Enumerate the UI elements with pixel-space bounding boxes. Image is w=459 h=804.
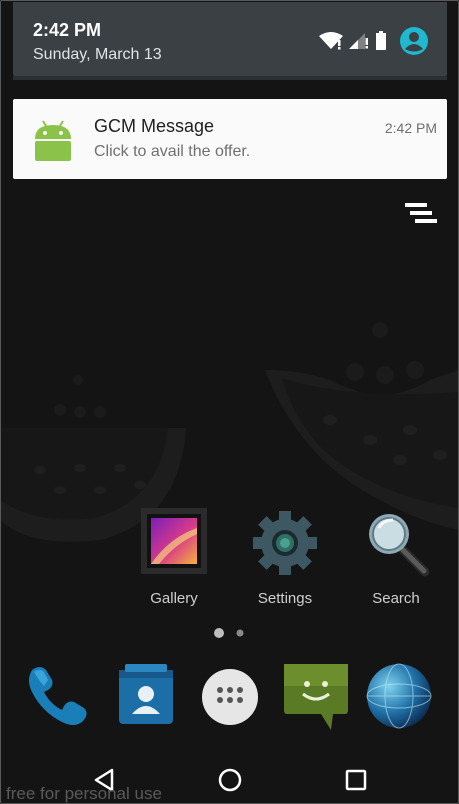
app-label-settings: Settings (257, 590, 313, 607)
clear-all-icon[interactable] (403, 201, 437, 227)
notification-time: 2:42 PM (384, 120, 437, 136)
notification-text: Click to avail the offer. (94, 143, 251, 160)
recents-button-icon[interactable] (345, 769, 367, 791)
contacts-icon[interactable] (111, 660, 181, 730)
watermark-text: free for personal use (6, 784, 162, 803)
settings-gear-icon (253, 511, 317, 575)
user-avatar-icon[interactable] (399, 26, 429, 56)
browser-globe-icon[interactable] (364, 660, 434, 730)
wifi-icon (319, 32, 343, 50)
app-label-gallery: Gallery (150, 590, 198, 607)
android-robot-icon (35, 120, 71, 161)
app-label-search: Search (372, 590, 420, 607)
quick-settings-header[interactable]: 2:42 PM Sunday, March 13 (13, 2, 447, 80)
notification-title: GCM Message (94, 116, 215, 136)
clock-time: 2:42 PM (33, 20, 102, 40)
notification-card[interactable]: GCM Message Click to avail the offer. 2:… (13, 99, 447, 179)
status-icons (319, 26, 429, 56)
page-indicator (214, 628, 244, 638)
app-settings[interactable]: Settings (235, 508, 335, 607)
app-gallery[interactable]: Gallery (124, 508, 224, 607)
home-button-icon[interactable] (218, 768, 242, 792)
cellular-signal-icon (349, 33, 368, 49)
date-label: Sunday, March 13 (33, 46, 162, 63)
app-drawer-icon[interactable] (195, 660, 265, 730)
header-shadow (13, 76, 447, 80)
battery-icon (376, 31, 386, 50)
phone-icon[interactable] (22, 660, 92, 730)
gallery-icon (141, 508, 207, 574)
magnifier-icon (369, 514, 430, 577)
messaging-icon[interactable] (281, 660, 351, 730)
app-search[interactable]: Search (346, 508, 446, 607)
